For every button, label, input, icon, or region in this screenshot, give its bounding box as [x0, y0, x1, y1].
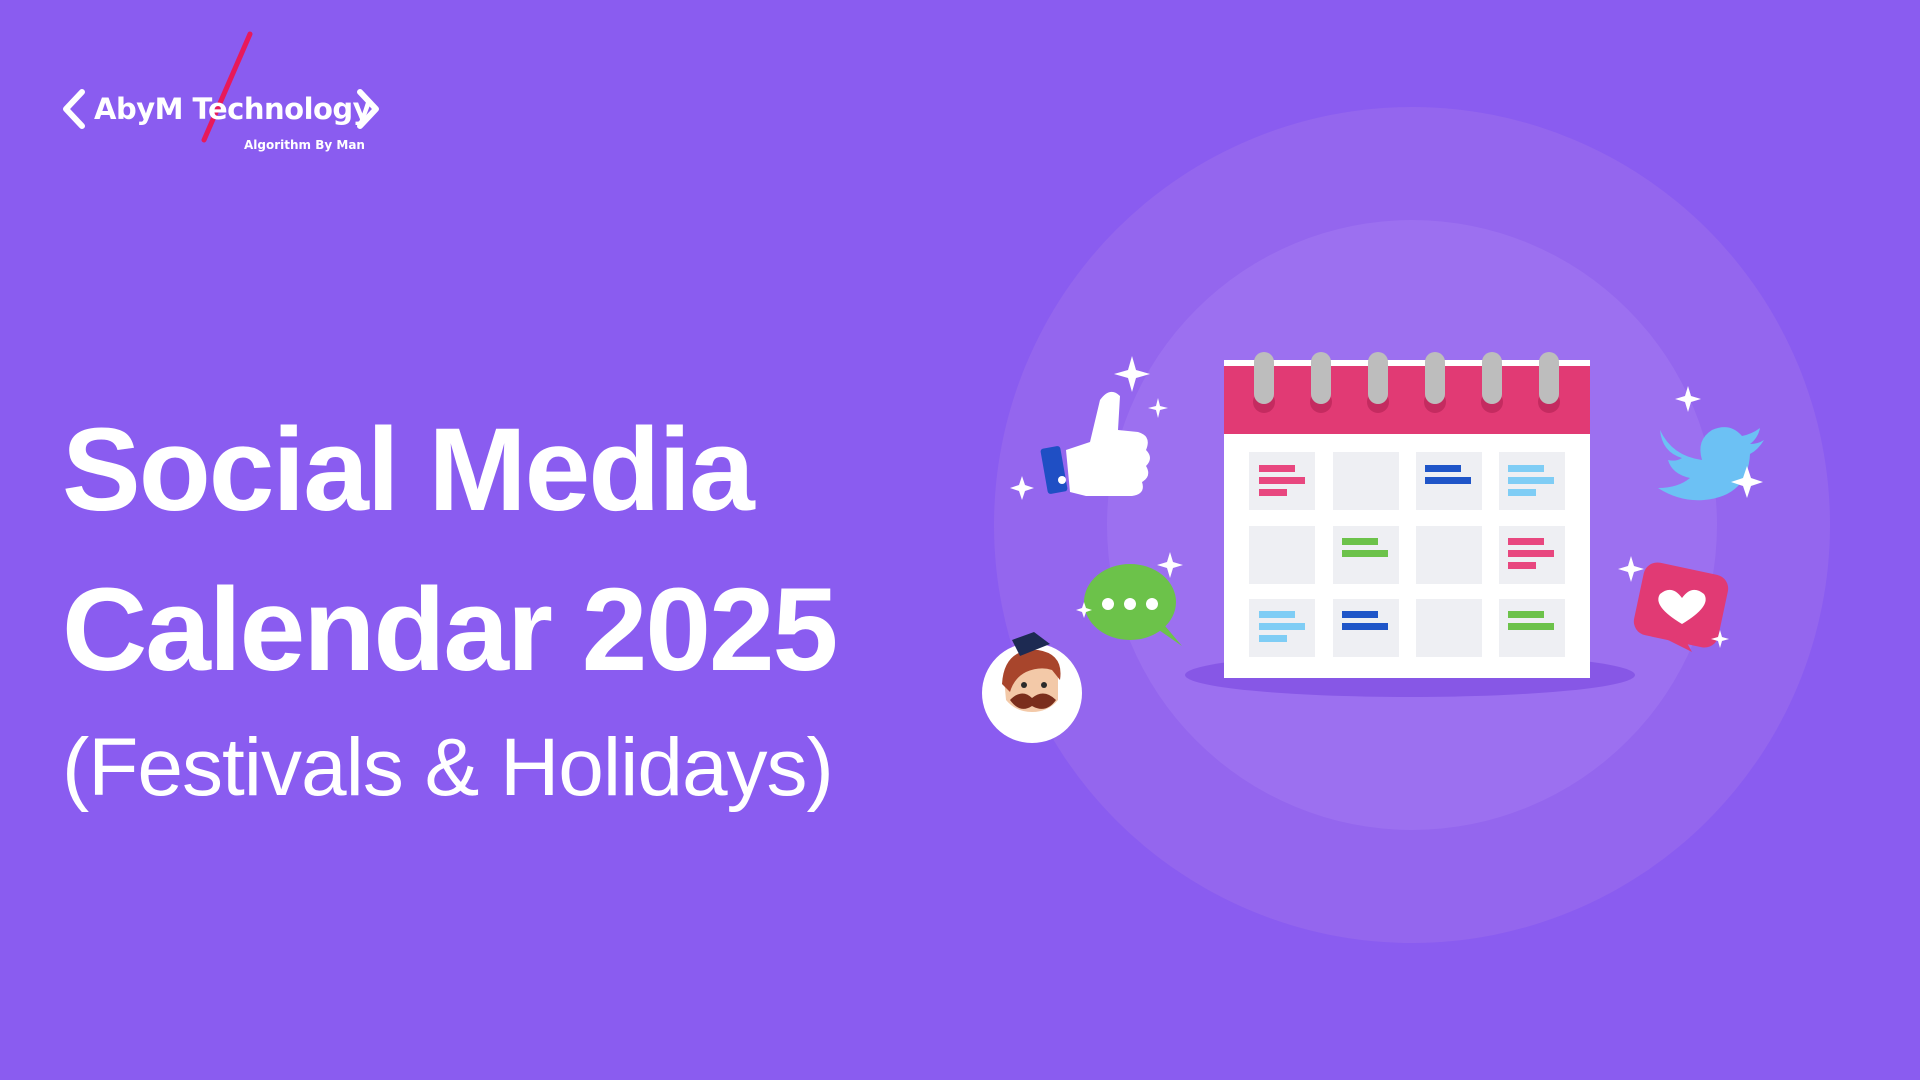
- calendar-icon: [1224, 352, 1590, 678]
- headline-line-2: Calendar 2025: [62, 564, 838, 696]
- brand-name: AbyM Technology: [94, 92, 372, 126]
- social-calendar-illustration: [982, 107, 1830, 943]
- brand-logo: AbyM Technology Algorithm By Man: [58, 30, 388, 152]
- headline-subtitle: (Festivals & Holidays): [62, 722, 834, 813]
- chevron-left-icon: [63, 89, 85, 129]
- brand-tagline: Algorithm By Man: [244, 138, 365, 152]
- headline-line-1: Social Media: [62, 404, 755, 536]
- chevron-right-icon: [357, 89, 379, 129]
- logo-slash-icon: [201, 31, 253, 143]
